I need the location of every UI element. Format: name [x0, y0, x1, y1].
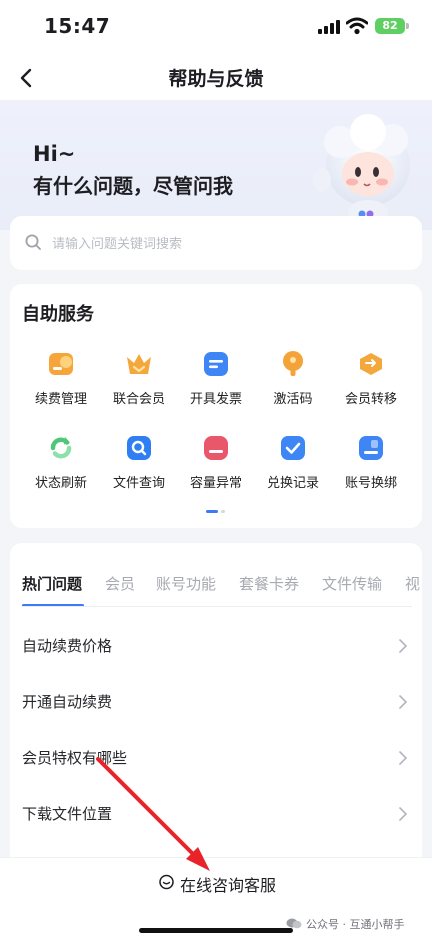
service-renewal-management[interactable]: 续费管理	[22, 350, 100, 407]
service-file-search[interactable]: 文件查询	[100, 434, 178, 491]
tabs-divider	[22, 606, 412, 607]
tab-package-coupons[interactable]: 套餐卡券	[239, 573, 299, 594]
wifi-icon	[346, 17, 368, 35]
tab-membership[interactable]: 会员	[105, 573, 135, 594]
service-label: 状态刷新	[34, 476, 87, 491]
service-label: 容量异常	[189, 476, 242, 491]
faq-item-label: 开通自动续费	[22, 693, 113, 711]
battery-tip	[406, 23, 409, 29]
customer-service-label: 在线咨询客服	[180, 876, 277, 895]
service-label: 联合会员	[112, 392, 165, 407]
service-membership-transfer[interactable]: 会员转移	[332, 350, 410, 407]
chevron-right-icon	[399, 751, 408, 765]
service-label: 开具发票	[189, 392, 242, 407]
renewal-icon	[49, 353, 73, 375]
status-bar: 15:47 82	[0, 0, 432, 56]
service-status-refresh[interactable]: 状态刷新	[22, 434, 100, 491]
search-bar[interactable]	[10, 216, 422, 270]
service-label: 激活码	[273, 392, 313, 407]
storage-alert-icon	[204, 436, 228, 460]
signal-icon	[318, 20, 340, 34]
tab-video[interactable]: 视	[405, 573, 420, 594]
service-storage-abnormal[interactable]: 容量异常	[177, 434, 255, 491]
faq-item-label: 会员特权有哪些	[22, 749, 128, 767]
service-activation-code[interactable]: 激活码	[254, 350, 332, 407]
search-input[interactable]	[50, 230, 414, 258]
page-dot	[221, 510, 225, 513]
hero-greeting: Hi~	[33, 142, 76, 166]
service-label: 续费管理	[34, 392, 87, 407]
transfer-icon	[360, 353, 382, 375]
watermark: 公众号 · 互通小帮手	[286, 916, 405, 932]
page-title: 帮助与反馈	[168, 68, 264, 90]
tab-account-features[interactable]: 账号功能	[156, 573, 216, 594]
faq-item-enable-auto-renew[interactable]: 开通自动续费	[22, 675, 412, 731]
crown-icon	[127, 354, 151, 374]
faq-item-auto-renew-price[interactable]: 自动续费价格	[22, 619, 412, 675]
mascot-illustration	[313, 114, 410, 224]
faq-item-download-location[interactable]: 下载文件位置	[22, 787, 412, 843]
faq-card: 热门问题 会员 账号功能 套餐卡券 文件传输 视 自动续费价格 开通自动续费 会…	[10, 543, 422, 873]
online-customer-service-button[interactable]: 在线咨询客服	[150, 870, 290, 896]
tab-hot-questions[interactable]: 热门问题	[22, 573, 82, 594]
chat-icon	[159, 874, 174, 890]
footer-bar: 在线咨询客服 公众号 · 互通小帮手	[0, 858, 432, 941]
invoice-icon	[204, 352, 228, 376]
self-service-card: 自助服务 续费管理 联合会员 开具发票 激活码 会员转移 状态刷新 文件查询 容…	[10, 284, 422, 528]
service-label: 会员转移	[344, 392, 397, 407]
tab-file-transfer[interactable]: 文件传输	[322, 573, 382, 594]
account-icon	[359, 436, 383, 460]
self-service-title: 自助服务	[22, 304, 94, 325]
hero-subtitle: 有什么问题，尽管问我	[33, 174, 233, 198]
search-icon	[25, 234, 41, 250]
service-redemption-records[interactable]: 兑换记录	[254, 434, 332, 491]
hero-banner: Hi~ 有什么问题，尽管问我	[0, 100, 432, 230]
nav-bar: 帮助与反馈	[0, 56, 432, 100]
status-time: 15:47	[44, 14, 111, 38]
faq-item-member-privileges[interactable]: 会员特权有哪些	[22, 731, 412, 787]
service-joint-membership[interactable]: 联合会员	[100, 350, 178, 407]
chevron-right-icon	[399, 639, 408, 653]
key-icon	[283, 351, 303, 376]
chevron-right-icon	[399, 807, 408, 821]
faq-item-label: 下载文件位置	[22, 805, 113, 823]
faq-tabs: 热门问题 会员 账号功能 套餐卡券 文件传输 视	[22, 573, 422, 609]
service-label: 兑换记录	[266, 476, 319, 491]
service-label: 文件查询	[112, 476, 165, 491]
battery-icon: 82	[375, 18, 405, 34]
faq-item-label: 自动续费价格	[22, 637, 113, 655]
check-icon	[281, 436, 305, 460]
service-account-rebind[interactable]: 账号换绑	[332, 434, 410, 491]
service-label: 账号换绑	[344, 476, 397, 491]
refresh-icon	[50, 437, 72, 459]
home-indicator	[139, 928, 293, 933]
watermark-text: 公众号 · 互通小帮手	[306, 918, 405, 931]
file-search-icon	[127, 436, 151, 460]
service-issue-invoice[interactable]: 开具发票	[177, 350, 255, 407]
page-dot-active	[206, 510, 218, 513]
chevron-right-icon	[399, 695, 408, 709]
